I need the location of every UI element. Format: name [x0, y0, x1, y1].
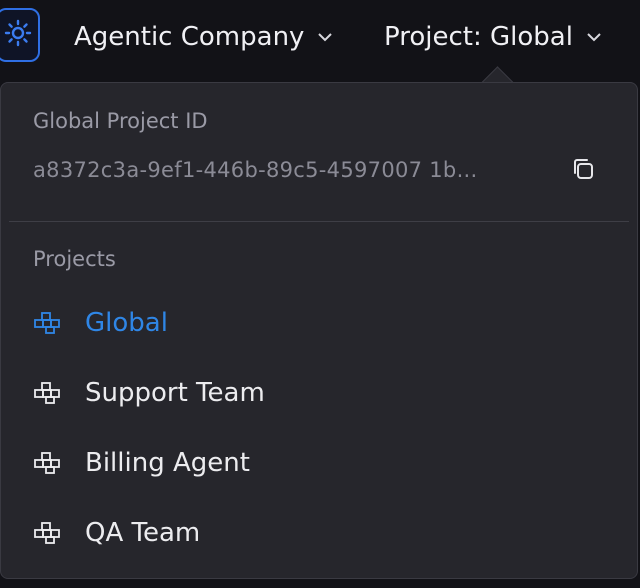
project-item-support-team[interactable]: Support Team	[33, 373, 593, 413]
project-structure-icon	[33, 521, 63, 545]
project-item-global[interactable]: Global	[33, 303, 593, 343]
app-logo-button[interactable]	[0, 8, 40, 62]
chevron-down-icon	[316, 28, 334, 46]
project-id-label: Global Project ID	[33, 109, 208, 133]
project-structure-icon	[33, 381, 63, 405]
company-name: Agentic Company	[74, 22, 305, 52]
project-item-billing-agent[interactable]: Billing Agent	[33, 443, 593, 483]
project-dropdown: Global Project ID a8372c3a-9ef1-446b-89c…	[0, 82, 638, 579]
project-item-label: Support Team	[85, 378, 265, 408]
project-switcher[interactable]: Project: Global	[384, 18, 603, 56]
projects-section-label: Projects	[33, 247, 116, 271]
sun-gear-icon	[4, 19, 32, 51]
project-structure-icon	[33, 451, 63, 475]
project-item-label: Billing Agent	[85, 448, 250, 478]
chevron-down-icon	[585, 28, 603, 46]
copy-icon	[570, 156, 596, 186]
project-item-label: Global	[85, 308, 168, 338]
copy-project-id-button[interactable]	[567, 155, 599, 187]
company-switcher[interactable]: Agentic Company	[74, 18, 334, 56]
project-name: Project: Global	[384, 22, 573, 52]
project-item-qa-team[interactable]: QA Team	[33, 513, 593, 553]
background-strip	[0, 580, 640, 588]
project-item-label: QA Team	[85, 518, 201, 548]
project-id-value: a8372c3a-9ef1-446b-89c5-4597007 1b...	[33, 158, 478, 182]
top-bar: Agentic Company Project: Global	[0, 0, 640, 72]
dropdown-divider	[9, 221, 629, 222]
project-structure-icon	[33, 311, 63, 335]
